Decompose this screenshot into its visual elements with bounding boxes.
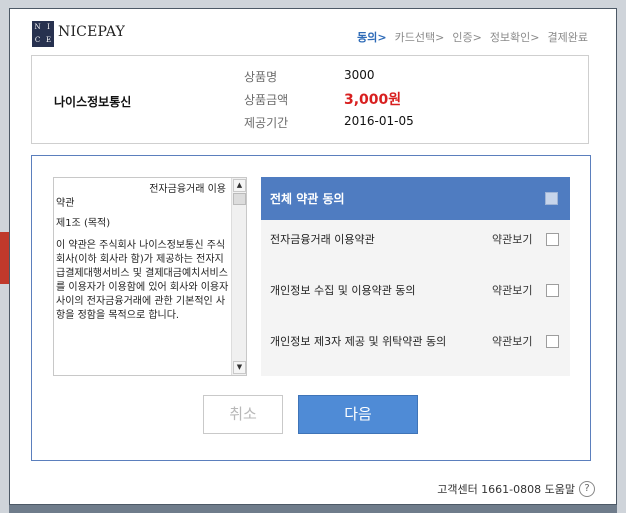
terms-section-heading: 제1조 (목적) — [56, 218, 111, 229]
customer-center-text: 고객센터 1661-0808 도움말 — [437, 483, 575, 496]
step-confirm: 정보확인> — [489, 31, 540, 44]
step-agree: 동의> — [357, 31, 387, 44]
agree-all-label: 전체 약관 동의 — [270, 192, 345, 206]
terms-body: 이 약관은 주식회사 나이스정보통신 주식회사(이하 회사라 함)가 제공하는 … — [56, 240, 229, 321]
payment-modal: N I C E NICEPAY 동의> 카드선택> 인증> 정보확인> 결제완료… — [9, 8, 617, 505]
product-label: 상품명 — [244, 70, 278, 84]
amount-value: 3,000원 — [344, 92, 402, 108]
scroll-thumb[interactable] — [233, 193, 246, 205]
background-page-strip-right — [617, 8, 626, 513]
agreement-label: 전자금융거래 이용약관 — [270, 233, 375, 246]
next-button[interactable]: 다음 — [298, 395, 418, 434]
brand-name: NICEPAY — [58, 24, 126, 40]
order-info-box: 나이스정보통신 상품명 3000 상품금액 3,000원 제공기간 2016-0… — [31, 55, 589, 144]
footer: 고객센터 1661-0808 도움말 ? — [437, 481, 595, 497]
terms-title-cont: 약관 — [56, 198, 75, 209]
help-icon[interactable]: ? — [579, 481, 595, 497]
step-card-select: 카드선택> — [394, 31, 445, 44]
terms-text-box[interactable]: 전자금융거래 이용 약관 제1조 (목적) 이 약관은 주식회사 나이스정보통신… — [53, 177, 247, 376]
terms-content: 전자금융거래 이용 약관 제1조 (목적) 이 약관은 주식회사 나이스정보통신… — [56, 178, 232, 375]
terms-section: 전자금융거래 이용 약관 제1조 (목적) 이 약관은 주식회사 나이스정보통신… — [31, 155, 591, 461]
logo-letter: N — [34, 23, 41, 31]
agreement-label: 개인정보 수집 및 이용약관 동의 — [270, 284, 416, 297]
background-page-strip-top — [0, 0, 626, 8]
agree-all-checkbox[interactable] — [545, 192, 558, 205]
agreement-item: 개인정보 제3자 제공 및 위탁약관 동의 약관보기 — [261, 325, 570, 355]
agreement-item: 개인정보 수집 및 이용약관 동의 약관보기 — [261, 274, 570, 304]
logo-letter: C — [34, 36, 41, 44]
period-value: 2016-01-05 — [344, 114, 414, 128]
view-terms-link[interactable]: 약관보기 — [492, 333, 532, 349]
agreement-item: 전자금융거래 이용약관 약관보기 — [261, 223, 570, 253]
terms-title: 전자금융거래 이용 — [149, 184, 226, 195]
step-complete: 결제완료 — [547, 31, 588, 44]
product-value: 3000 — [344, 68, 375, 82]
scroll-down-icon[interactable]: ▼ — [233, 361, 246, 374]
amount-label: 상품금액 — [244, 93, 289, 107]
agreement-checkbox[interactable] — [546, 284, 559, 297]
view-terms-link[interactable]: 약관보기 — [492, 231, 532, 247]
period-label: 제공기간 — [244, 116, 289, 130]
agreement-label: 개인정보 제3자 제공 및 위탁약관 동의 — [270, 335, 447, 348]
agreement-panel: 전체 약관 동의 전자금융거래 이용약관 약관보기 개인정보 수집 및 이용약관… — [261, 177, 570, 376]
agreement-checkbox[interactable] — [546, 335, 559, 348]
logo-letter: E — [45, 36, 52, 44]
nice-logo-icon: N I C E — [32, 21, 54, 47]
modal-header: N I C E NICEPAY 동의> 카드선택> 인증> 정보확인> 결제완료 — [10, 9, 616, 57]
merchant-name: 나이스정보통신 — [54, 95, 132, 109]
view-terms-link[interactable]: 약관보기 — [492, 282, 532, 298]
logo-letter: I — [47, 23, 50, 31]
step-auth: 인증> — [452, 31, 482, 44]
terms-scrollbar[interactable]: ▲ ▼ — [231, 178, 246, 375]
agreement-checkbox[interactable] — [546, 233, 559, 246]
agree-all-row[interactable]: 전체 약관 동의 — [261, 177, 570, 220]
progress-steps: 동의> 카드선택> 인증> 정보확인> 결제완료 — [349, 29, 588, 45]
cancel-button[interactable]: 취소 — [203, 395, 283, 434]
scroll-up-icon[interactable]: ▲ — [233, 179, 246, 192]
